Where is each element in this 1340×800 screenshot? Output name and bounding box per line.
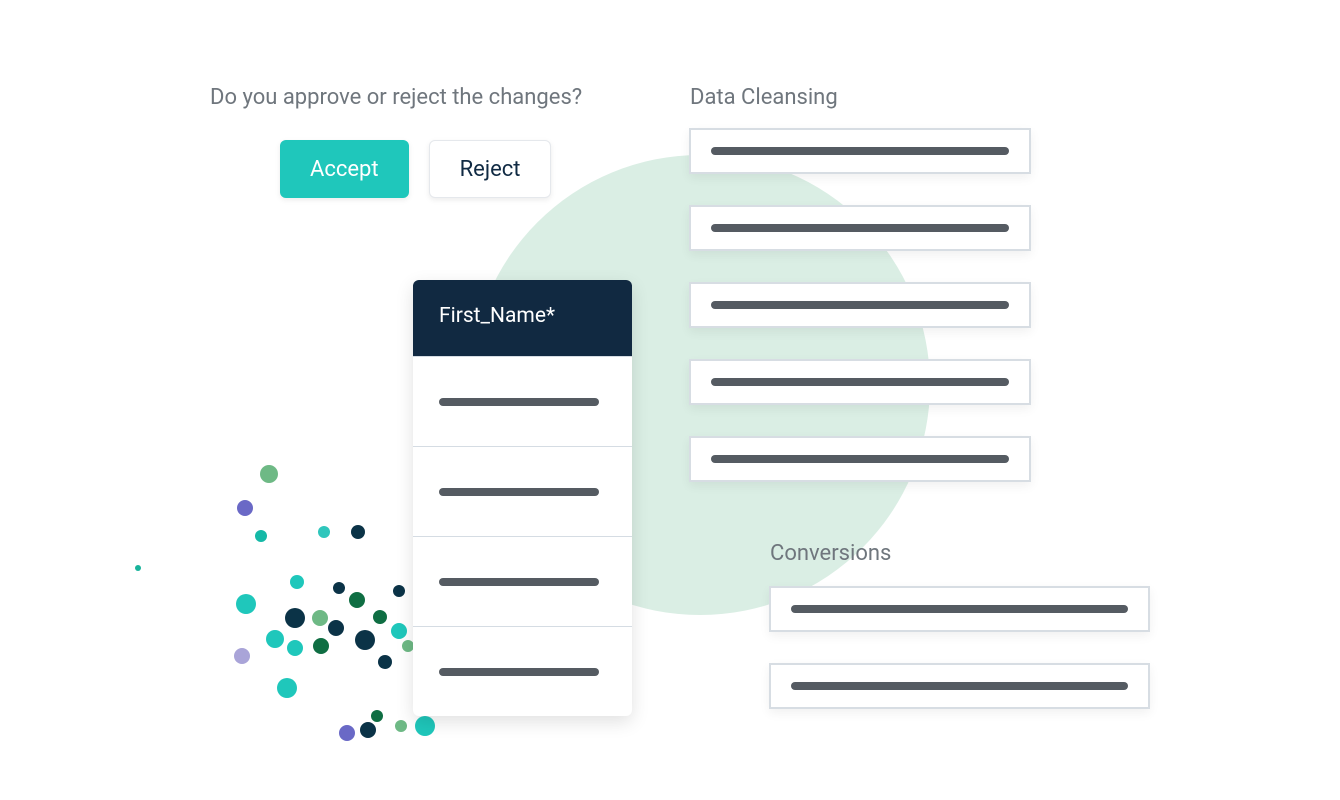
column-row xyxy=(413,536,632,626)
dot xyxy=(290,575,304,589)
column-header: First_Name* xyxy=(413,280,632,356)
dot xyxy=(312,610,328,626)
placeholder-bar xyxy=(711,224,1009,232)
dot xyxy=(371,710,383,722)
dot xyxy=(339,725,355,741)
dot xyxy=(415,716,435,736)
cleansing-item[interactable] xyxy=(689,436,1031,482)
dot xyxy=(395,720,407,732)
dot xyxy=(255,530,267,542)
dot xyxy=(393,585,405,597)
dot xyxy=(313,638,329,654)
dot xyxy=(355,630,375,650)
placeholder-bar xyxy=(711,147,1009,155)
cleansing-item[interactable] xyxy=(689,282,1031,328)
column-preview-card: First_Name* xyxy=(413,280,632,716)
dot xyxy=(333,582,345,594)
column-row xyxy=(413,446,632,536)
placeholder-bar xyxy=(711,455,1009,463)
placeholder-bar xyxy=(439,578,599,586)
placeholder-bar xyxy=(711,301,1009,309)
dot xyxy=(135,565,141,571)
column-row xyxy=(413,356,632,446)
dot xyxy=(277,678,297,698)
dot xyxy=(373,610,387,624)
section-title-conversions: Conversions xyxy=(770,541,891,566)
approval-buttons: Accept Reject xyxy=(280,140,551,198)
cleansing-item[interactable] xyxy=(689,359,1031,405)
dot xyxy=(328,620,344,636)
placeholder-bar xyxy=(439,398,599,406)
placeholder-bar xyxy=(439,488,599,496)
dot xyxy=(287,640,303,656)
conversions-item[interactable] xyxy=(769,586,1150,632)
accept-button[interactable]: Accept xyxy=(280,140,409,198)
placeholder-bar xyxy=(791,605,1128,613)
canvas: Do you approve or reject the changes? Ac… xyxy=(0,0,1340,800)
placeholder-bar xyxy=(439,668,599,676)
placeholder-bar xyxy=(791,682,1128,690)
dot xyxy=(234,648,250,664)
approval-prompt: Do you approve or reject the changes? xyxy=(210,85,582,110)
dot xyxy=(266,630,284,648)
dot xyxy=(260,465,278,483)
dot xyxy=(351,525,365,539)
conversions-item[interactable] xyxy=(769,663,1150,709)
cleansing-item[interactable] xyxy=(689,205,1031,251)
dot xyxy=(391,623,407,639)
dot xyxy=(285,608,305,628)
dot xyxy=(378,655,392,669)
dot xyxy=(349,592,365,608)
reject-button[interactable]: Reject xyxy=(429,140,552,198)
decorative-dots xyxy=(135,430,445,750)
placeholder-bar xyxy=(711,378,1009,386)
section-title-cleansing: Data Cleansing xyxy=(690,85,838,110)
dot xyxy=(236,594,256,614)
column-row xyxy=(413,626,632,716)
dot xyxy=(360,722,376,738)
cleansing-item[interactable] xyxy=(689,128,1031,174)
dot xyxy=(237,500,253,516)
dot xyxy=(318,526,330,538)
